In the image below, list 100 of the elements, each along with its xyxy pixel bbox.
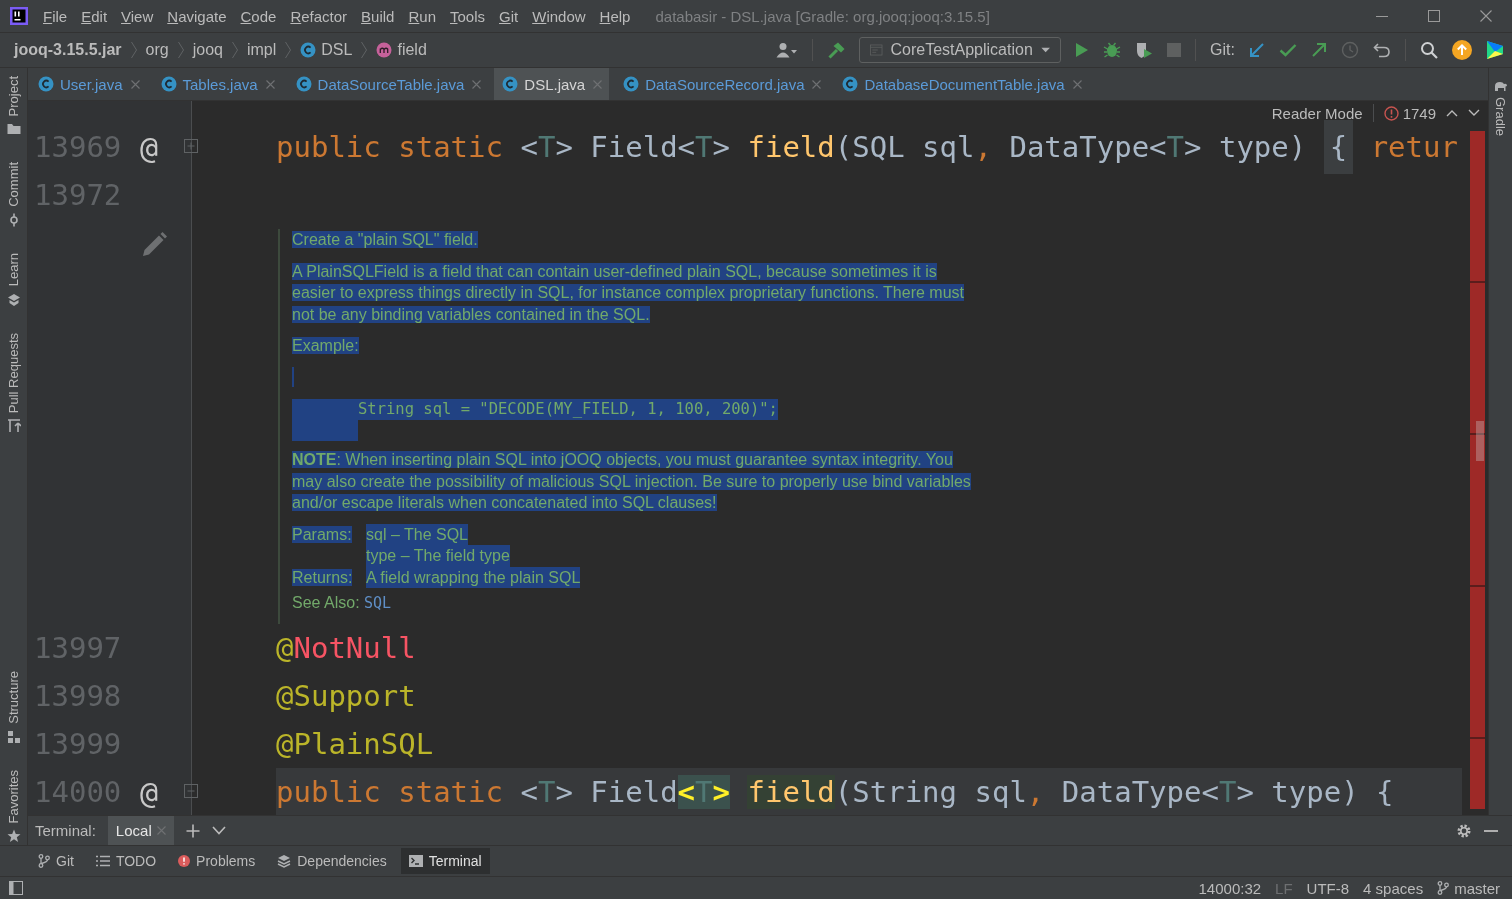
error-icon: [1383, 105, 1399, 121]
chevron-icon: [230, 40, 239, 60]
tool-window-button[interactable]: Structure: [6, 670, 21, 724]
reader-mode-button[interactable]: Reader Mode: [1271, 104, 1363, 122]
override-marker[interactable]: @: [140, 129, 168, 165]
run-configuration-dropdown[interactable]: CoreTestApplication: [859, 37, 1062, 63]
close-icon[interactable]: [265, 79, 275, 89]
close-icon[interactable]: [472, 79, 482, 89]
see-also-link[interactable]: SQL: [364, 594, 392, 612]
menu-item[interactable]: Edit: [74, 7, 115, 25]
editor-tab[interactable]: Tables.java: [152, 68, 282, 100]
push-arrow-icon[interactable]: [1311, 42, 1327, 58]
file-encoding[interactable]: UTF-8: [1306, 879, 1350, 897]
override-marker[interactable]: @: [140, 774, 168, 810]
breadcrumb[interactable]: org: [145, 41, 169, 59]
tool-window-tab[interactable]: Problems: [170, 848, 264, 874]
code-editor[interactable]: [28, 101, 1488, 815]
chevron-icon: [284, 40, 293, 60]
method-icon: [376, 42, 393, 58]
class-icon: [38, 76, 54, 92]
code-line: @NotNull: [276, 630, 416, 667]
structure-icon[interactable]: [6, 729, 21, 744]
fold-icon[interactable]: [183, 783, 199, 801]
undo-icon[interactable]: [1373, 42, 1391, 58]
text-cursor: [292, 366, 294, 387]
menu-item[interactable]: File: [36, 7, 75, 25]
update-project-icon[interactable]: [1249, 42, 1265, 58]
tool-window-button[interactable]: Project: [6, 76, 21, 117]
fold-icon[interactable]: [183, 138, 199, 156]
chevron-up-icon[interactable]: [1446, 109, 1458, 117]
search-icon[interactable]: [1420, 41, 1438, 59]
graduation-cap-icon[interactable]: [6, 292, 21, 307]
logo-icon[interactable]: [1486, 40, 1504, 60]
chevron-down-icon[interactable]: [211, 826, 226, 835]
tool-window-tab[interactable]: TODO: [87, 848, 165, 874]
tool-window-tab[interactable]: Dependencies: [269, 848, 395, 874]
editor-tab[interactable]: DatabaseDocumentTable.java: [834, 68, 1089, 100]
terminal-session-tab[interactable]: Local: [107, 816, 174, 845]
menu-item[interactable]: Code: [233, 7, 284, 25]
commit-check-icon[interactable]: [1279, 43, 1297, 57]
editor-tab[interactable]: User.java: [30, 68, 147, 100]
tool-window-tab[interactable]: Git: [30, 848, 82, 874]
folder-icon[interactable]: [6, 122, 21, 137]
scrollbar-thumb[interactable]: [1476, 421, 1484, 461]
error-icon: [178, 855, 191, 867]
breadcrumb[interactable]: DSL: [300, 41, 353, 59]
editor-tab[interactable]: DSL.java: [494, 68, 610, 100]
window-icon: [870, 43, 883, 57]
menu-item[interactable]: Help: [592, 7, 638, 25]
tool-window-button[interactable]: Gradle: [1493, 97, 1508, 137]
breadcrumb[interactable]: field: [376, 41, 427, 59]
menu-item[interactable]: Navigate: [160, 7, 234, 25]
plus-icon[interactable]: [185, 823, 200, 838]
close-icon[interactable]: [812, 79, 822, 89]
panel-toggle-icon[interactable]: [9, 881, 23, 895]
close-icon[interactable]: [1479, 9, 1493, 23]
chevron-icon: [176, 40, 185, 60]
breadcrumb[interactable]: jooq: [192, 41, 223, 59]
menu-item[interactable]: Window: [525, 7, 593, 25]
star-icon[interactable]: [6, 829, 21, 843]
breadcrumb[interactable]: jooq-3.15.5.jar: [14, 41, 122, 59]
settings-icon[interactable]: [1456, 822, 1472, 839]
pencil-icon[interactable]: [140, 231, 168, 259]
tool-window-button[interactable]: Learn: [6, 253, 21, 287]
bug-icon[interactable]: [1103, 41, 1122, 59]
caret-position[interactable]: 14000:32: [1198, 879, 1262, 897]
pull-request-icon[interactable]: [6, 418, 21, 433]
maximize-icon[interactable]: [1427, 9, 1441, 23]
chevron-down-icon[interactable]: [1468, 109, 1480, 117]
run-icon[interactable]: [1075, 42, 1090, 58]
indent-setting[interactable]: 4 spaces: [1363, 879, 1424, 897]
branch-icon: [38, 854, 50, 868]
menu-item[interactable]: Run: [401, 7, 443, 25]
chevron-icon: [360, 40, 369, 60]
git-branch[interactable]: master: [1437, 879, 1500, 897]
tool-window-button[interactable]: Pull Requests: [6, 332, 21, 413]
menu-item[interactable]: View: [114, 7, 161, 25]
hammer-icon[interactable]: [827, 41, 846, 59]
menu-item[interactable]: Refactor: [283, 7, 355, 25]
menu-item[interactable]: Git: [492, 7, 526, 25]
doc-note: NOTE: When inserting plain SQL into jOOQ objects, you must guarantee syntax integrity. You may also create the possibility of malicious SQL injection. Be sure to properly use bind variables and/or escape literals when concatenated into SQL clauses!: [292, 450, 972, 513]
breadcrumb[interactable]: impl: [246, 41, 277, 59]
elephant-icon[interactable]: [1493, 80, 1508, 92]
minimize-icon[interactable]: [1484, 828, 1498, 833]
code-line: public static <T> Field<T> field(String sql, DataType<T> type) {: [276, 774, 1394, 811]
param-description: sql – The SQL: [366, 523, 468, 545]
editor-tab[interactable]: DataSourceRecord.java: [615, 68, 829, 100]
menu-item[interactable]: Build: [354, 7, 402, 25]
close-icon[interactable]: [130, 79, 140, 89]
tool-window-button[interactable]: Favorites: [6, 769, 21, 823]
user-icon[interactable]: [776, 42, 799, 58]
menu-item[interactable]: Tools: [443, 7, 493, 25]
problem-count[interactable]: 1749: [1402, 104, 1436, 122]
coverage-icon[interactable]: [1135, 41, 1154, 59]
tool-window-tab[interactable]: Terminal: [400, 848, 490, 874]
close-icon[interactable]: [1072, 79, 1082, 89]
editor-tab[interactable]: DataSourceTable.java: [287, 68, 489, 100]
tool-window-button[interactable]: Commit: [6, 162, 21, 208]
doc-label: Example:: [292, 337, 359, 354]
update-icon[interactable]: [1452, 40, 1472, 60]
